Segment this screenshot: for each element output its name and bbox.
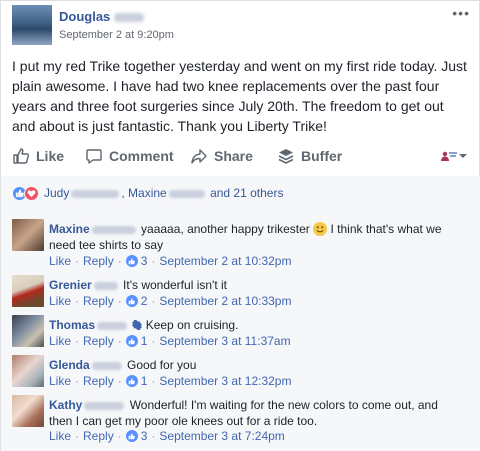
comment-icon [86,149,102,164]
comment-text: Thomas Keep on cruising. [49,317,459,333]
comment-reply-link[interactable]: Reply [83,294,114,308]
facebook-post: Douglas September 2 at 9:20pm ••• I put … [0,0,480,451]
audience-selector-icon [441,151,457,161]
post-body: I put my red Trike together yesterday an… [12,58,467,134]
commenter-avatar[interactable] [12,315,44,347]
author-first-name[interactable]: Douglas [59,9,110,24]
comment-body-part-1: yaaaaa, another happy trikester [141,222,310,236]
comment-timestamp[interactable]: September 3 at 12:32pm [159,374,291,388]
chevron-down-icon [459,154,467,158]
reactions-summary[interactable]: Judy, Maxine and 21 others [12,185,283,201]
comment-timestamp[interactable]: September 3 at 7:24pm [159,429,284,443]
comment-text: Glenda Good for you [49,357,459,373]
commenter-avatar[interactable] [12,355,44,387]
comment-body: It's wonderful isn't it [123,278,227,292]
comment-timestamp[interactable]: September 2 at 10:33pm [159,294,291,308]
share-icon [191,149,207,164]
reaction-names[interactable]: Judy, Maxine and 21 others [44,186,283,200]
commenter-name[interactable]: Kathy [49,398,126,412]
like-icon [125,255,138,267]
comment-meta: Like · Reply · 3 · September 2 at 10:32pm [49,254,292,268]
comment-like-link[interactable]: Like [49,374,71,388]
reactions-others-count[interactable]: and 21 others [210,186,283,200]
comment-reply-link[interactable]: Reply [83,429,114,443]
comment-like-count[interactable]: 3 [141,429,148,443]
post-action-bar: Like Comment Share Buffer [12,143,470,171]
comment-like-link[interactable]: Like [49,334,71,348]
comment-button[interactable]: Comment [85,147,174,165]
buffer-button[interactable]: Buffer [277,147,342,165]
author-avatar[interactable] [12,5,52,45]
commenter-avatar[interactable] [12,219,44,251]
comment-reply-link[interactable]: Reply [83,334,114,348]
badge-icon [132,319,143,331]
like-button[interactable]: Like [12,147,64,165]
comment-text: Maxine yaaaaa, another happy trikester I… [49,221,459,253]
commenter-name[interactable]: Glenda [49,358,124,372]
comment-body: Good for you [127,358,197,372]
comment-meta: Like · Reply · 2 · September 2 at 10:33pm [49,294,292,308]
reactor-1-name[interactable]: Judy [44,186,69,200]
like-label: Like [36,148,65,164]
redacted-surname [93,281,118,290]
share-button[interactable]: Share [190,147,253,165]
commenter-name[interactable]: Grenier [49,278,120,292]
comment-reply-link[interactable]: Reply [83,254,114,268]
comment-text: Kathy Wonderful! I'm waiting for the new… [49,397,459,429]
buffer-stack-icon [278,149,294,164]
like-icon [125,375,138,387]
redacted-surname [97,321,128,330]
commenter-name[interactable]: Thomas [49,318,129,332]
comment-like-count[interactable]: 2 [141,294,148,308]
author-name[interactable]: Douglas [59,9,145,24]
comment-like-count[interactable]: 3 [141,254,148,268]
comment-like-count[interactable]: 1 [141,334,148,348]
comment-timestamp[interactable]: September 3 at 11:37am [159,334,290,348]
thumbs-up-icon [13,148,30,164]
redacted-surname [71,189,120,198]
commenter-avatar[interactable] [12,395,44,427]
post-header: Douglas September 2 at 9:20pm ••• [12,5,472,45]
comment-meta: Like · Reply · 3 · September 3 at 7:24pm [49,429,285,443]
comment-reply-link[interactable]: Reply [83,374,114,388]
smiley-emoji-icon [313,222,328,236]
redacted-surname [114,13,145,23]
redacted-surname [91,361,122,370]
buffer-label: Buffer [301,148,343,164]
comment-timestamp[interactable]: September 2 at 10:32pm [159,254,291,268]
comment-like-link[interactable]: Like [49,294,71,308]
reactor-2-name[interactable]: Maxine [128,186,167,200]
comment-like-count[interactable]: 1 [141,374,148,388]
like-icon [125,430,138,442]
redacted-surname [168,189,205,198]
like-icon [125,295,138,307]
comment-like-link[interactable]: Like [49,254,71,268]
more-horizontal-icon[interactable]: ••• [452,5,470,21]
commenter-name[interactable]: Maxine [49,222,138,236]
comment-like-link[interactable]: Like [49,429,71,443]
like-icon [125,335,138,347]
love-icon [24,185,39,201]
post-timestamp[interactable]: September 2 at 9:20pm [59,29,174,41]
share-label: Share [214,148,253,164]
comment-meta: Like · Reply · 1 · September 3 at 11:37am [49,334,291,348]
redacted-surname [91,225,136,234]
comment-meta: Like · Reply · 1 · September 3 at 12:32pm [49,374,292,388]
comment-text: Grenier It's wonderful isn't it [49,277,459,293]
comment-label: Comment [109,148,174,164]
commenter-avatar[interactable] [12,275,44,307]
redacted-surname [84,401,125,410]
audience-selector[interactable] [440,149,468,163]
comment-body: Keep on cruising. [145,318,239,332]
